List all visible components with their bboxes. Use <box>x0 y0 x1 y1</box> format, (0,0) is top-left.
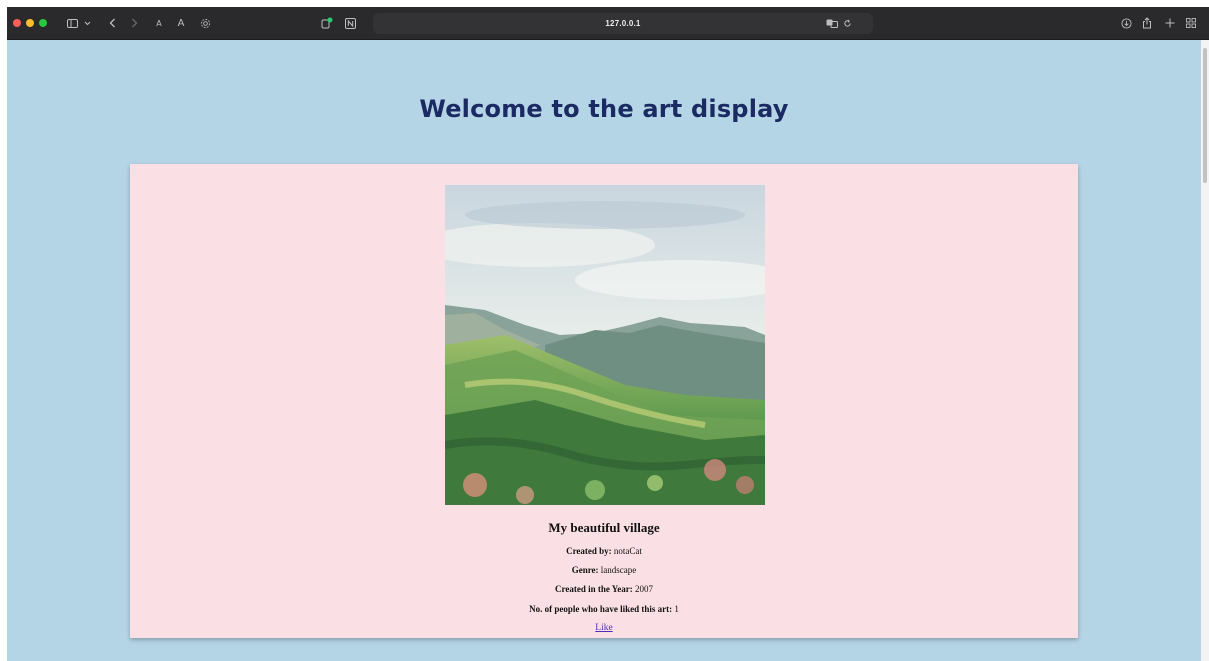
download-icon[interactable] <box>1119 7 1133 40</box>
likes-count: 1 <box>674 604 679 614</box>
like-link[interactable]: Like <box>595 623 612 633</box>
artwork-image <box>445 185 765 505</box>
creator-label: Created by: <box>566 546 612 556</box>
zoom-window-button[interactable] <box>39 19 47 27</box>
art-card: My beautiful village Created by: notaCat… <box>130 164 1078 638</box>
text-larger-button[interactable]: A <box>175 7 187 40</box>
browser-window: A A 127.0.0.1 Welcome to the art display… <box>0 0 1209 661</box>
minimize-window-button[interactable] <box>26 19 34 27</box>
scrollbar-thumb[interactable] <box>1203 48 1207 183</box>
genre-label: Genre: <box>571 565 599 575</box>
likes-label: No. of people who have liked this art: <box>529 604 673 614</box>
artwork-title: My beautiful village <box>548 520 660 535</box>
reload-icon[interactable] <box>841 7 853 40</box>
share-icon[interactable] <box>1140 7 1154 40</box>
chevron-left-icon[interactable] <box>105 7 119 40</box>
artwork-genre: Genre: landscape <box>130 565 1078 575</box>
chevron-right-icon[interactable] <box>127 7 141 40</box>
extension-icon[interactable] <box>320 7 334 40</box>
creator-value: notaCat <box>613 546 642 556</box>
artwork-year: Created in the Year: 2007 <box>130 584 1078 594</box>
like-container: Like <box>130 623 1078 633</box>
artwork-likes: No. of people who have liked this art: 1 <box>130 604 1078 614</box>
chevron-down-icon[interactable] <box>82 7 92 40</box>
genre-value: landscape <box>600 565 637 575</box>
notion-icon[interactable] <box>343 7 357 40</box>
artwork-creator: Created by: notaCat <box>130 546 1078 556</box>
plus-icon[interactable] <box>1163 7 1177 40</box>
grid-icon[interactable] <box>1184 7 1198 40</box>
gear-icon[interactable] <box>198 7 212 40</box>
url-text: 127.0.0.1 <box>605 19 641 28</box>
scrollbar[interactable] <box>1201 40 1209 661</box>
translate-icon[interactable] <box>825 7 839 40</box>
address-bar[interactable]: 127.0.0.1 <box>373 13 873 34</box>
year-label: Created in the Year: <box>555 584 633 594</box>
page-title: Welcome to the art display <box>419 95 789 123</box>
sidebar-icon[interactable] <box>65 7 79 40</box>
browser-toolbar: A A 127.0.0.1 <box>7 7 1209 40</box>
page-viewport: Welcome to the art display My beautiful … <box>7 40 1201 661</box>
close-window-button[interactable] <box>13 19 21 27</box>
text-smaller-button[interactable]: A <box>154 7 164 40</box>
year-value: 2007 <box>634 584 653 594</box>
